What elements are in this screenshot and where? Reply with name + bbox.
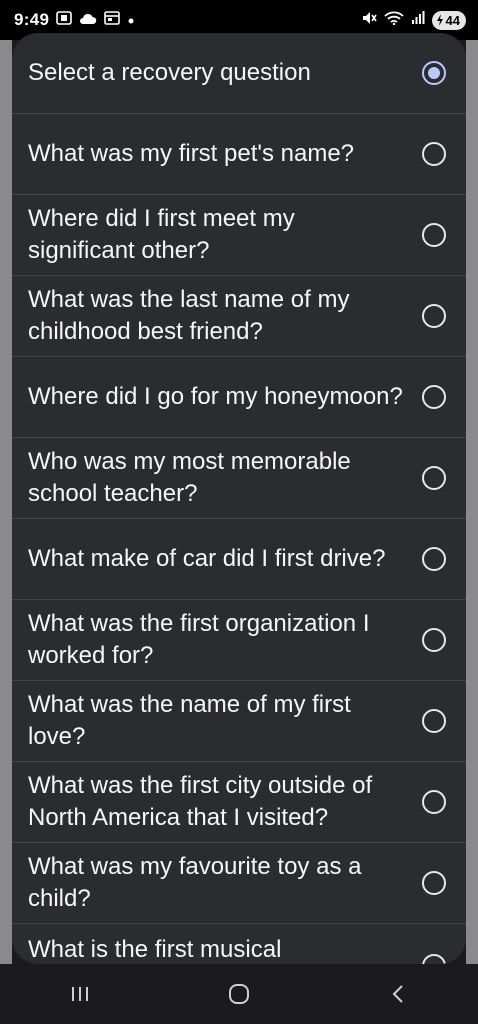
- option-label: What was the name of my first love?: [28, 691, 351, 750]
- option-first-musical[interactable]: What is the first musical: [12, 924, 466, 964]
- radio-icon[interactable]: [422, 223, 446, 247]
- status-left: 9:49: [14, 10, 135, 30]
- option-label: What is the first musical: [28, 936, 282, 963]
- status-time: 9:49: [14, 10, 50, 29]
- option-first-pet[interactable]: What was my first pet's name?: [12, 114, 466, 195]
- recovery-question-dialog: Select a recovery question What was my f…: [12, 33, 466, 964]
- screenshot-icon: [56, 10, 73, 30]
- option-label: What was my favourite toy as a child?: [28, 853, 362, 912]
- battery-icon: 44: [431, 10, 466, 30]
- radio-icon[interactable]: [422, 628, 446, 652]
- option-label: Where did I go for my honeymoon?: [28, 383, 403, 410]
- option-label: What was the last name of my childhood b…: [28, 286, 350, 345]
- option-label: Where did I first meet my significant ot…: [28, 205, 295, 264]
- status-right: 44: [361, 10, 466, 30]
- option-school-teacher[interactable]: Who was my most memorable school teacher…: [12, 438, 466, 519]
- option-label: What was my first pet's name?: [28, 140, 355, 167]
- dot-icon: [127, 10, 135, 30]
- calendar-icon: [104, 10, 121, 30]
- option-significant-other[interactable]: Where did I first meet my significant ot…: [12, 195, 466, 276]
- signal-icon: [411, 10, 425, 30]
- wifi-icon: [383, 10, 404, 30]
- navigation-bar: [0, 964, 478, 1024]
- radio-icon[interactable]: [422, 547, 446, 571]
- option-first-car[interactable]: What make of car did I first drive?: [12, 519, 466, 600]
- option-first-organization[interactable]: What was the first organization I worked…: [12, 600, 466, 681]
- battery-level: 44: [445, 12, 460, 28]
- dialog-title: Select a recovery question: [28, 59, 311, 86]
- option-honeymoon[interactable]: Where did I go for my honeymoon?: [12, 357, 466, 438]
- option-best-friend[interactable]: What was the last name of my childhood b…: [12, 276, 466, 357]
- radio-icon[interactable]: [422, 790, 446, 814]
- recents-icon[interactable]: [50, 974, 110, 1014]
- back-icon[interactable]: [368, 974, 428, 1014]
- option-label: What was the first organization I worked…: [28, 610, 370, 669]
- option-first-love[interactable]: What was the name of my first love?: [12, 681, 466, 762]
- mute-icon: [361, 10, 377, 30]
- option-label: What was the first city outside of North…: [28, 772, 373, 831]
- radio-icon[interactable]: [422, 142, 446, 166]
- background-left-edge: [0, 40, 12, 964]
- option-select-recovery-question[interactable]: Select a recovery question: [12, 33, 466, 114]
- radio-icon[interactable]: [422, 954, 446, 964]
- radio-icon[interactable]: [422, 709, 446, 733]
- home-icon[interactable]: [209, 974, 269, 1014]
- option-first-city[interactable]: What was the first city outside of North…: [12, 762, 466, 843]
- background-right-edge: [466, 40, 478, 964]
- radio-selected-icon[interactable]: [422, 61, 446, 85]
- cloud-icon: [79, 10, 97, 30]
- radio-icon[interactable]: [422, 304, 446, 328]
- option-favourite-toy[interactable]: What was my favourite toy as a child?: [12, 843, 466, 924]
- option-label: Who was my most memorable school teacher…: [28, 448, 351, 507]
- option-label: What make of car did I first drive?: [28, 545, 386, 572]
- radio-icon[interactable]: [422, 385, 446, 409]
- radio-icon[interactable]: [422, 466, 446, 490]
- radio-icon[interactable]: [422, 871, 446, 895]
